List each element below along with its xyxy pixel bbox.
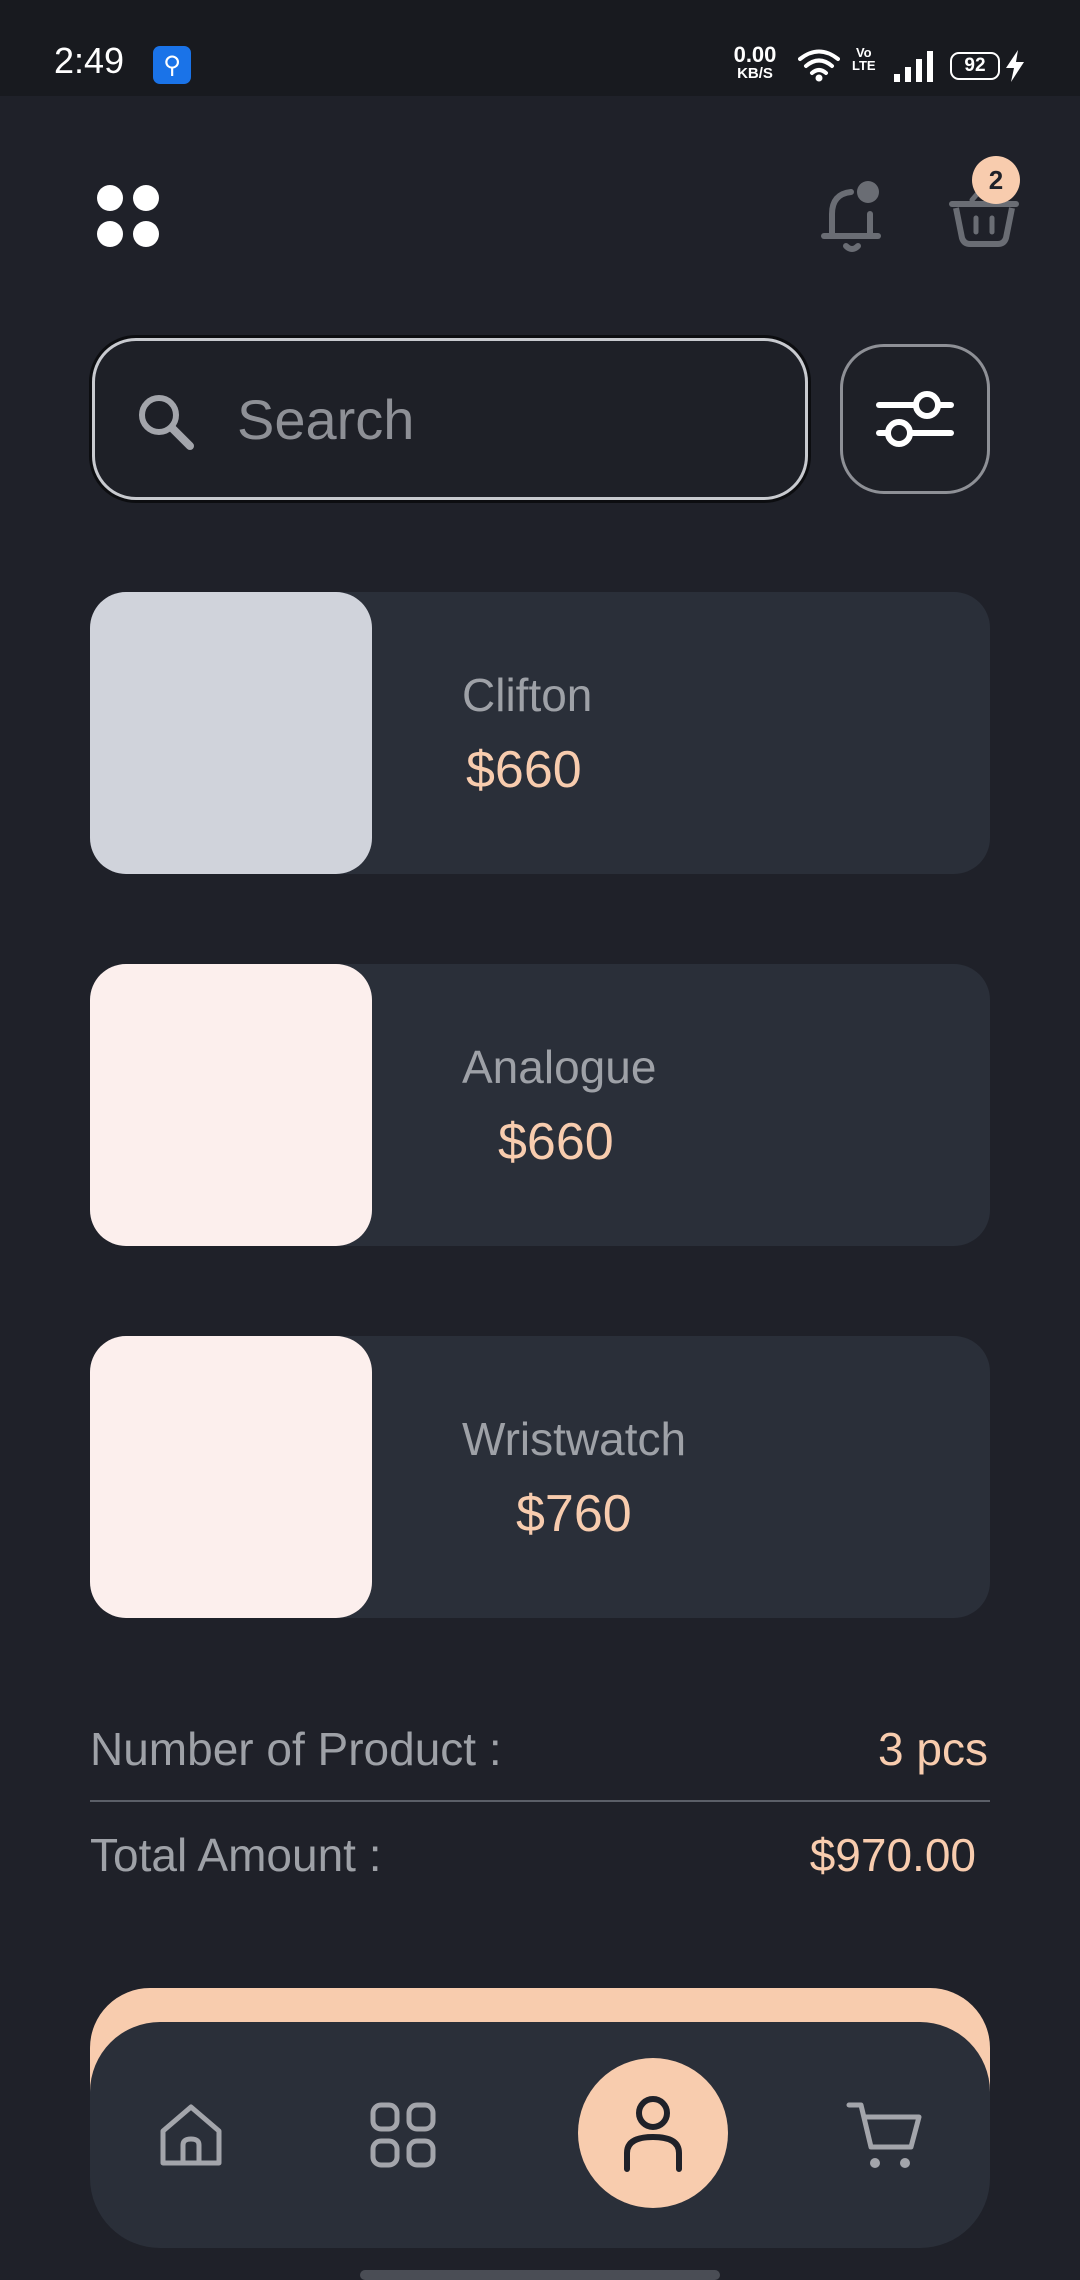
search-bar[interactable]	[92, 338, 808, 500]
user-icon	[624, 2096, 682, 2172]
signal-icon	[894, 51, 933, 82]
search-input[interactable]	[237, 377, 757, 461]
nav-cart[interactable]	[830, 2080, 940, 2190]
search-icon	[139, 395, 194, 450]
product-image	[90, 1336, 372, 1618]
grid-icon	[370, 2102, 436, 2168]
network-speed-unit: KB/S	[737, 65, 773, 82]
nav-profile[interactable]	[578, 2058, 728, 2208]
product-price: $660	[498, 1113, 614, 1171]
product-card[interactable]: Clifton $660	[90, 592, 990, 874]
product-card[interactable]: Analogue $660	[90, 964, 990, 1246]
product-count-label: Number of Product :	[90, 1723, 502, 1775]
status-time: 2:49	[54, 40, 125, 81]
product-name: Clifton	[462, 669, 593, 721]
product-image	[90, 592, 372, 874]
battery-level: 92	[950, 52, 1000, 80]
home-icon	[160, 2104, 222, 2166]
sliders-icon	[876, 391, 954, 447]
product-name: Wristwatch	[462, 1413, 687, 1465]
total-amount-label: Total Amount :	[90, 1829, 382, 1881]
nav-home[interactable]	[136, 2080, 246, 2190]
status-bar: 2:49 ⚲ 0.00 KB/S Vo LTE 92	[0, 0, 1080, 96]
product-name: Analogue	[462, 1041, 657, 1093]
product-image	[90, 964, 372, 1246]
total-amount-value: $970.00	[809, 1829, 976, 1881]
nav-categories[interactable]	[348, 2080, 458, 2190]
cart-count-badge: 2	[972, 156, 1020, 204]
product-price: $660	[466, 741, 582, 799]
product-count-value: 3 pcs	[878, 1723, 988, 1775]
network-speed-value: 0.00	[733, 42, 777, 67]
charging-bolt-icon	[1006, 50, 1024, 82]
volte-bottom: LTE	[852, 58, 876, 73]
wifi-icon	[798, 49, 840, 82]
filter-button[interactable]	[840, 344, 990, 494]
bottom-navigation	[90, 2022, 990, 2248]
product-card[interactable]: Wristwatch $760	[90, 1336, 990, 1618]
bell-icon[interactable]	[818, 178, 888, 254]
grid-dots-icon[interactable]	[96, 184, 160, 248]
network-speed: 0.00 KB/S	[728, 42, 782, 82]
product-price: $760	[516, 1485, 632, 1543]
cart-screen: 2:49 ⚲ 0.00 KB/S Vo LTE 92 2 Search Clif…	[0, 0, 1080, 2280]
volte-indicator: Vo LTE	[852, 46, 876, 72]
summary-divider	[90, 1800, 990, 1802]
cart-icon	[846, 2102, 922, 2168]
home-indicator	[360, 2270, 720, 2280]
usb-icon: ⚲	[153, 46, 191, 84]
